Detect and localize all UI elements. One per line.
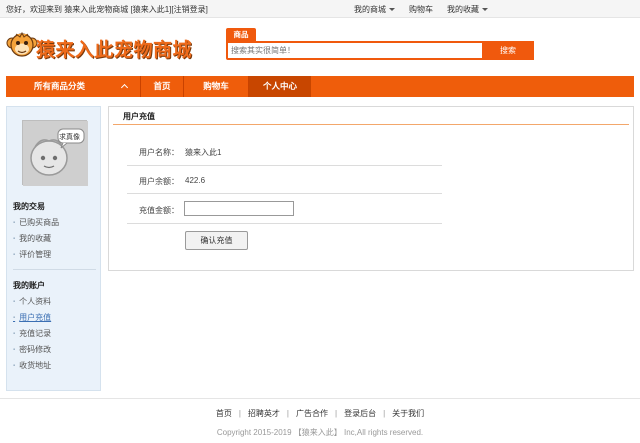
main-nav: 所有商品分类 首页 购物车 个人中心 [6, 76, 634, 97]
search-area: 商品 搜索 [226, 28, 534, 60]
favorites-menu[interactable]: 我的收藏 [447, 4, 488, 15]
row-divider [127, 165, 442, 166]
cart-link[interactable]: 购物车 [409, 4, 433, 15]
balance-label: 用户余额： [139, 177, 179, 186]
sidebar-item-purchased[interactable]: 已购买商品 [13, 217, 59, 228]
logout-link[interactable]: 注销登录 [174, 5, 206, 14]
nav-home[interactable]: 首页 [141, 76, 183, 97]
footer-separator: | [335, 409, 338, 418]
favorites-label: 我的收藏 [447, 5, 479, 14]
logo-text: 猿来入此宠物商城 [36, 40, 193, 61]
footer-link-ads[interactable]: 广告合作 [296, 409, 328, 418]
sidebar-divider [13, 269, 96, 270]
my-mall-label: 我的商城 [354, 5, 386, 14]
chevron-down-icon [482, 8, 488, 12]
username-value: 猿来入此1 [185, 148, 222, 157]
confirm-recharge-button[interactable]: 确认充值 [185, 231, 248, 250]
footer-link-jobs[interactable]: 招聘英才 [248, 409, 280, 418]
welcome-username-link[interactable]: [猿来入此1][ [130, 5, 173, 14]
my-mall-menu[interactable]: 我的商城 [354, 4, 395, 15]
search-input[interactable] [228, 43, 482, 58]
copyright: Copyright 2015-2019 【猿来入此】 Inc,All right… [216, 428, 424, 437]
welcome-bracket: ] [205, 5, 208, 14]
sidebar-item-profile[interactable]: 个人资料 [13, 296, 51, 307]
footer-link-admin[interactable]: 登录后台 [344, 409, 376, 418]
footer-divider [0, 398, 640, 399]
sidebar: 求真像 我的交易 已购买商品 我的收藏 评价管理 我的账户 个人资料 用户充值 … [6, 106, 101, 391]
search-tab-products[interactable]: 商品 [226, 28, 256, 41]
welcome-site-link[interactable]: 猿来入此宠物商城 [64, 5, 128, 14]
site-logo[interactable]: 猿来入此宠物商城 [6, 30, 202, 70]
sidebar-section-account: 我的账户 [13, 281, 45, 290]
row-divider [127, 193, 442, 194]
chevron-down-icon [389, 8, 395, 12]
default-avatar-icon [23, 121, 88, 186]
recharge-amount-input[interactable] [184, 201, 294, 216]
footer-separator: | [286, 409, 289, 418]
sidebar-item-favorites[interactable]: 我的收藏 [13, 233, 51, 244]
nav-cart[interactable]: 购物车 [184, 76, 248, 97]
top-bar: 您好，欢迎来到 猿来入此宠物商城 [猿来入此1][注销登录] 我的商城 购物车 … [0, 0, 640, 18]
footer-link-home[interactable]: 首页 [216, 409, 232, 418]
footer-separator: | [383, 409, 386, 418]
sidebar-item-recharge-history[interactable]: 充值记录 [13, 328, 51, 339]
monkey-mascot-icon [6, 31, 38, 57]
title-underline [113, 124, 629, 125]
sidebar-item-recharge[interactable]: 用户充值 [13, 312, 51, 323]
nav-all-categories[interactable]: 所有商品分类 [6, 76, 136, 97]
avatar-caption: 求真像 [59, 134, 80, 141]
nav-all-categories-label: 所有商品分类 [34, 81, 86, 91]
chevron-up-icon [120, 83, 129, 92]
row-divider [127, 223, 442, 224]
search-box: 搜索 [226, 41, 534, 60]
amount-label: 充值金额： [139, 206, 179, 215]
sidebar-section-trade: 我的交易 [13, 202, 45, 211]
username-label: 用户名称： [139, 148, 179, 157]
avatar: 求真像 [22, 120, 88, 186]
search-button[interactable]: 搜索 [482, 41, 534, 60]
footer-link-about[interactable]: 关于我们 [392, 409, 424, 418]
page-title: 用户充值 [123, 112, 155, 121]
balance-value: 422.6 [185, 176, 206, 185]
nav-user-center[interactable]: 个人中心 [249, 76, 311, 97]
header: 猿来入此宠物商城 商品 搜索 [0, 18, 640, 74]
top-links: 我的商城 购物车 我的收藏 [354, 4, 488, 15]
footer-separator: | [238, 409, 241, 418]
welcome-greeting: 您好，欢迎来到 [6, 5, 62, 14]
footer-links: 首页 | 招聘英才 | 广告合作 | 登录后台 | 关于我们 [0, 408, 640, 419]
sidebar-item-reviews[interactable]: 评价管理 [13, 249, 51, 260]
recharge-panel: 用户充值 用户名称： 猿来入此1 用户余额： 422.6 充值金额： 确认充值 [108, 106, 634, 271]
sidebar-item-address[interactable]: 收货地址 [13, 360, 51, 371]
sidebar-item-password[interactable]: 密码修改 [13, 344, 51, 355]
welcome-text: 您好，欢迎来到 猿来入此宠物商城 [猿来入此1][注销登录] [6, 4, 208, 15]
